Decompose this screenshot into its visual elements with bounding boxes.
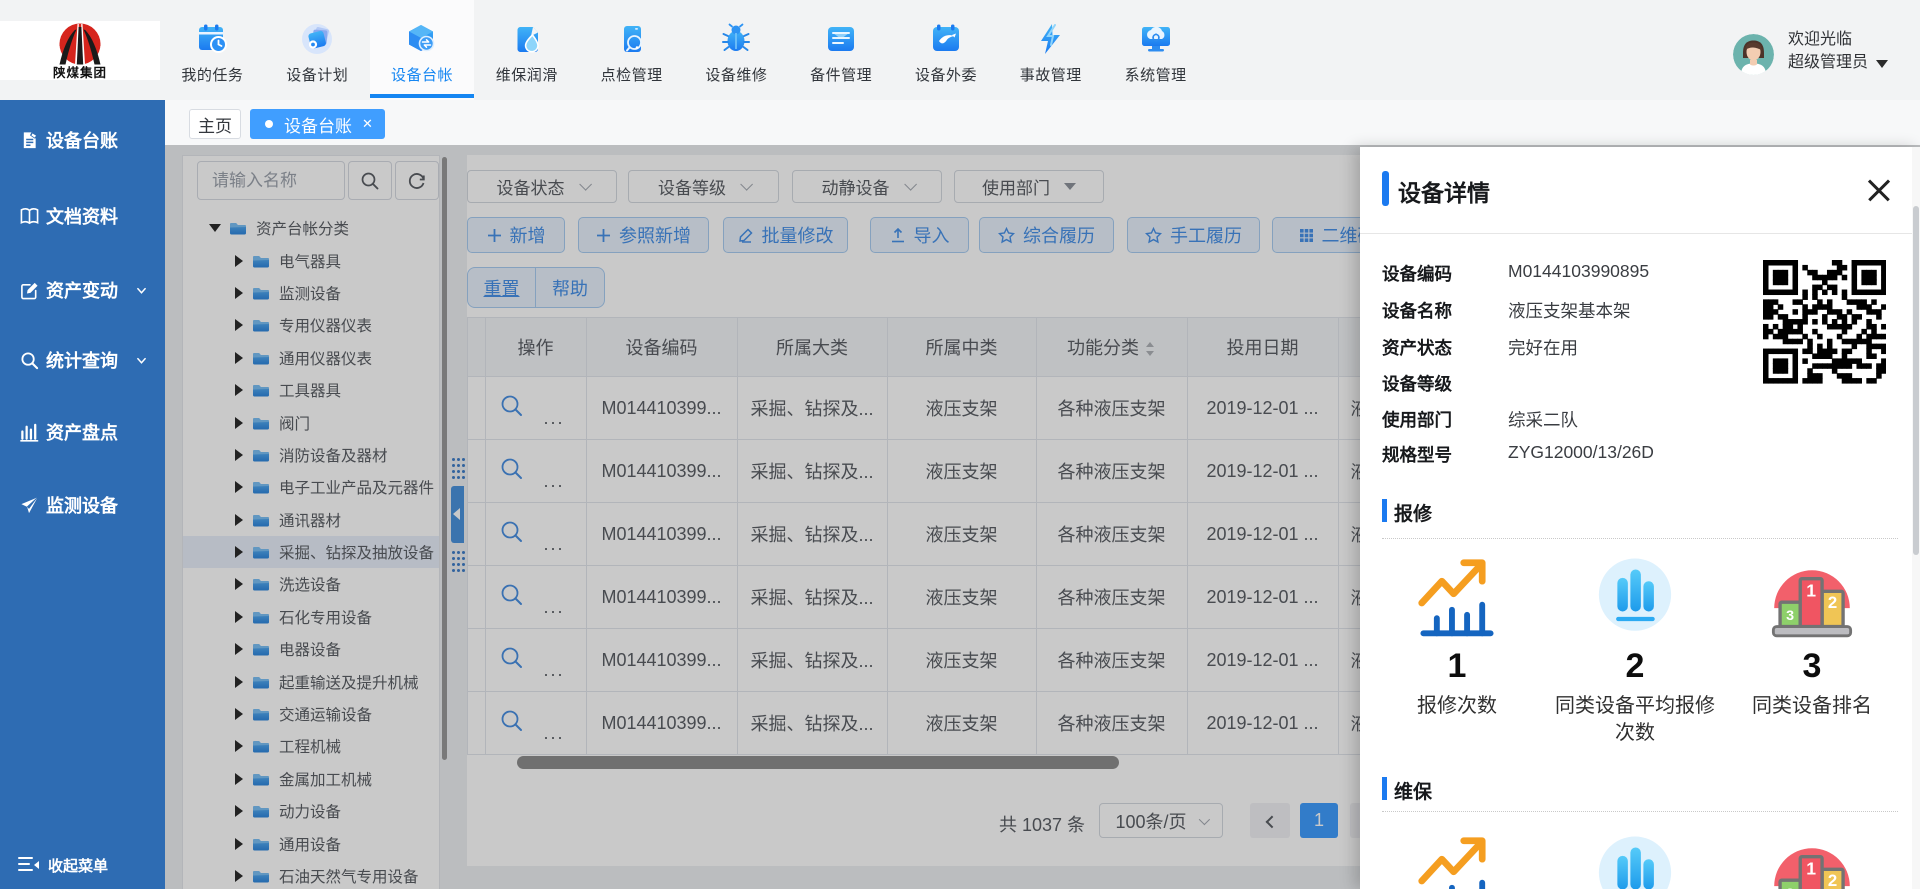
svg-text:2: 2 — [1828, 871, 1837, 889]
svg-text:3: 3 — [1786, 608, 1794, 624]
svg-text:2: 2 — [1828, 593, 1837, 612]
svg-text:陕煤集团: 陕煤集团 — [53, 65, 107, 80]
svg-text:1: 1 — [1806, 580, 1816, 600]
svg-text:1: 1 — [1806, 858, 1816, 878]
